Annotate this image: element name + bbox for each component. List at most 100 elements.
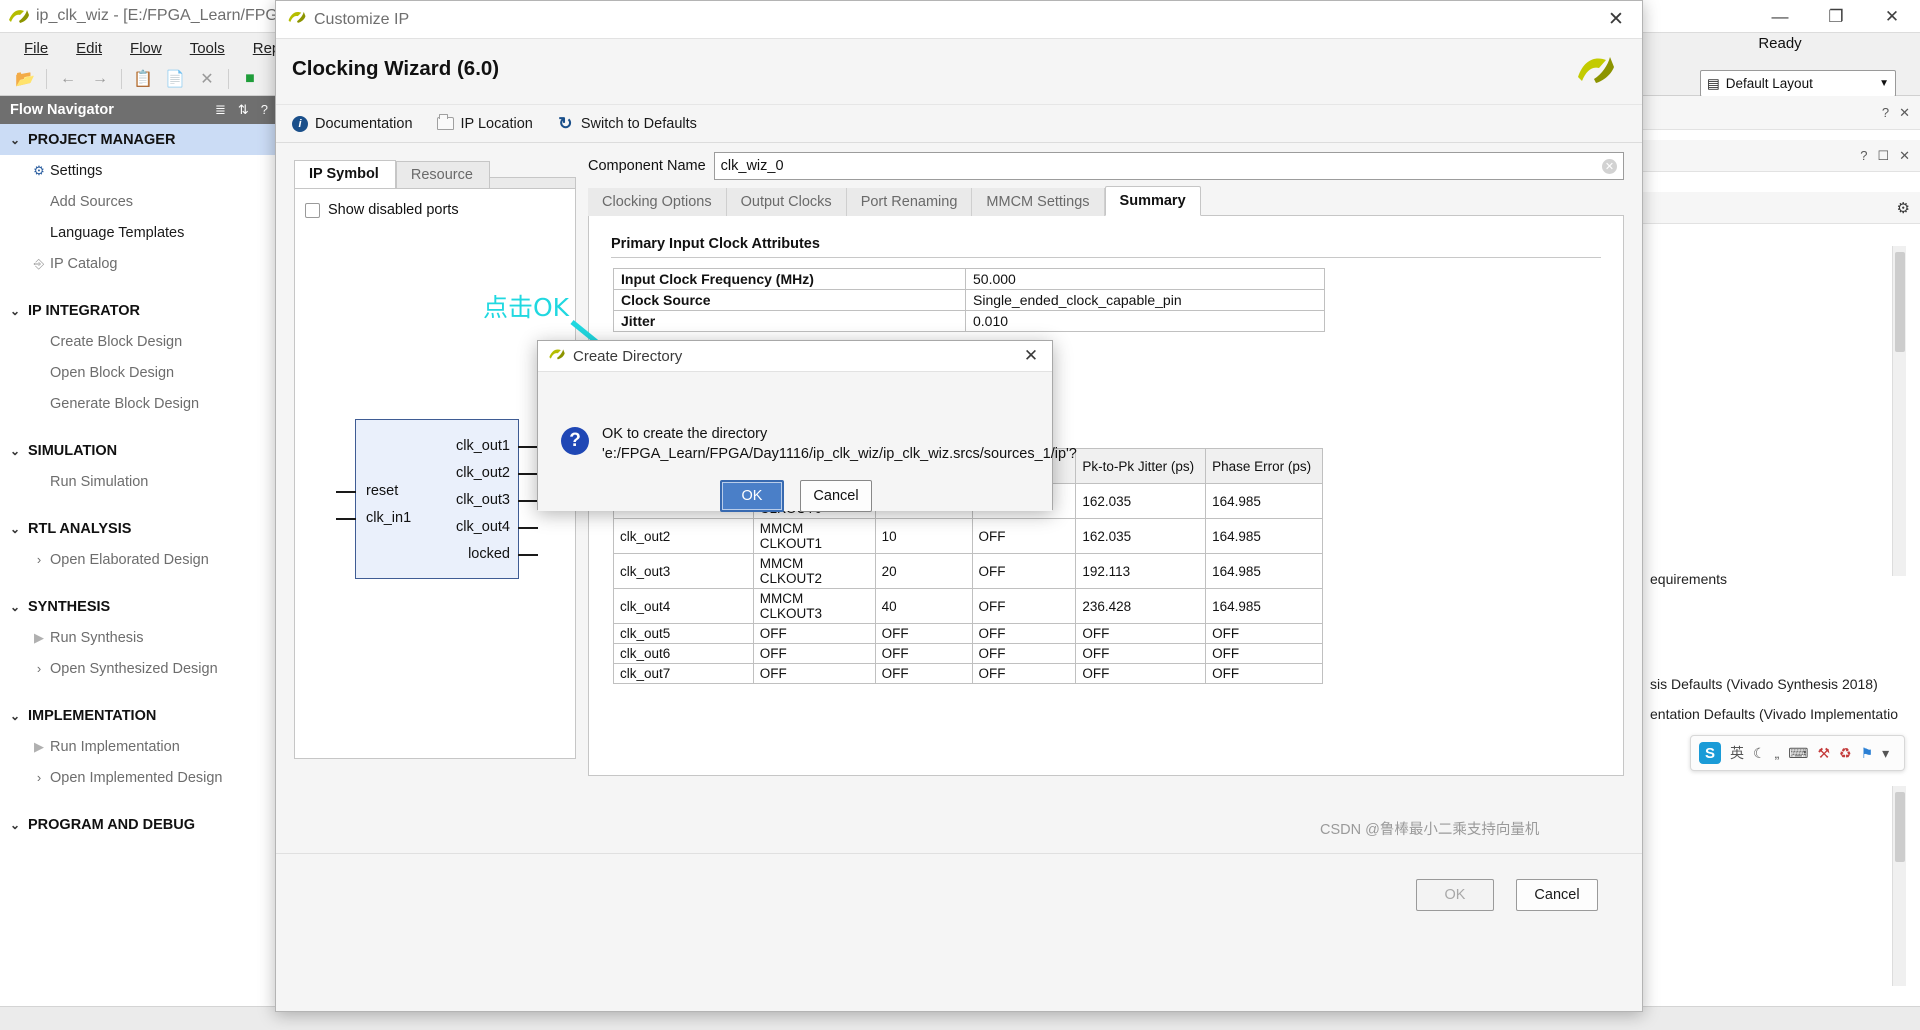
sidebar-item-settings[interactable]: ⚙ Settings [0, 155, 275, 186]
sidebar-item-run-synthesis[interactable]: ▶ Run Synthesis [0, 622, 275, 653]
create-directory-title-text: Create Directory [573, 347, 683, 365]
ime-language-label[interactable]: 英 [1730, 743, 1744, 763]
pin-in-1 [336, 491, 356, 493]
section-label: SIMULATION [28, 442, 118, 459]
sidebar-item-generate-block-design[interactable]: Generate Block Design [0, 388, 275, 419]
layout-select[interactable]: ▤ Default Layout ▼ [1700, 70, 1896, 97]
tab-mmcm-settings[interactable]: MMCM Settings [972, 188, 1105, 216]
run-icon[interactable]: ■ [235, 66, 265, 92]
pin-icon[interactable]: ⚑ [1861, 745, 1874, 762]
collapse-icon[interactable]: ≣ [215, 102, 226, 118]
dock-scrollbar-2[interactable] [1892, 786, 1906, 986]
chevron-down-icon: ▼ [1879, 78, 1889, 89]
close-icon[interactable]: ✕ [1899, 105, 1910, 121]
gear-icon[interactable]: ⚙ [1897, 199, 1910, 217]
scroll-thumb[interactable] [1895, 792, 1905, 862]
status-ready-label: Ready [1758, 34, 1802, 52]
menu-tools[interactable]: Tools [176, 37, 239, 60]
sidebar-item-open-implemented-design[interactable]: › Open Implemented Design [0, 762, 275, 793]
ip-location-link[interactable]: IP Location [436, 114, 533, 132]
cell-freq: 40 [874, 588, 973, 624]
chevron-right-icon: › [36, 661, 42, 676]
scroll-thumb[interactable] [1895, 252, 1905, 352]
moon-icon[interactable]: ☾ [1753, 745, 1766, 762]
component-name-input[interactable]: clk_wiz_0 ✕ [713, 152, 1624, 180]
sidebar-item-open-synthesized-design[interactable]: › Open Synthesized Design [0, 653, 275, 684]
copy-icon[interactable]: 📋 [128, 66, 158, 92]
xilinx-brand-logo-icon [1574, 51, 1616, 87]
primary-input-clock-attributes-title: Primary Input Clock Attributes [611, 236, 820, 252]
restore-icon[interactable]: ☐ [1877, 148, 1889, 164]
help-icon[interactable]: ? [1860, 148, 1867, 163]
more-icon[interactable]: ▾ [1882, 745, 1889, 762]
create-directory-ok-button[interactable]: OK [720, 480, 784, 512]
cancel-button[interactable]: Cancel [1516, 879, 1598, 911]
show-disabled-ports-row[interactable]: Show disabled ports [305, 202, 459, 218]
sidebar-item-run-simulation[interactable]: Run Simulation [0, 466, 275, 497]
ok-button[interactable]: OK [1416, 879, 1494, 911]
menu-file[interactable]: File [10, 37, 62, 60]
help-icon[interactable]: ? [1882, 105, 1889, 120]
table-row: Clock Source Single_ended_clock_capable_… [613, 289, 1325, 311]
tab-port-renaming[interactable]: Port Renaming [846, 188, 973, 216]
undo-icon[interactable]: ← [53, 66, 83, 92]
sidebar-item-add-sources[interactable]: Add Sources [0, 186, 275, 217]
close-icon[interactable]: ✕ [1010, 341, 1052, 371]
tab-output-clocks[interactable]: Output Clocks [726, 188, 847, 216]
sidebar-section-ip-integrator[interactable]: ⌄ IP INTEGRATOR [0, 295, 275, 326]
item-label: Open Implemented Design [50, 769, 223, 786]
chevron-down-icon: ⌄ [10, 303, 21, 318]
paste-icon[interactable]: 📄 [160, 66, 190, 92]
info-icon: i [292, 115, 308, 132]
redo-icon[interactable]: → [85, 66, 115, 92]
col-pk-to-pk-jitter: Pk-to-Pk Jitter (ps) [1075, 448, 1207, 484]
dock-row-2: ? ☐ ✕ [1640, 140, 1920, 172]
help-icon[interactable]: ? [261, 102, 268, 118]
close-icon[interactable]: ✕ [1590, 1, 1642, 38]
table-row: clk_out7 OFF OFF OFF OFF OFF [613, 663, 1323, 684]
sidebar-section-rtl-analysis[interactable]: ⌄ RTL ANALYSIS [0, 513, 275, 544]
toolbar-divider [228, 69, 229, 89]
open-project-icon[interactable]: 📂 [10, 66, 40, 92]
cell-mapping: MMCM CLKOUT3 [752, 588, 876, 624]
tab-resource[interactable]: Resource [395, 161, 490, 189]
trash-icon[interactable]: ♻ [1839, 745, 1852, 762]
close-icon[interactable]: ✕ [1899, 148, 1910, 164]
sidebar-item-open-block-design[interactable]: Open Block Design [0, 357, 275, 388]
sidebar-section-simulation[interactable]: ⌄ SIMULATION [0, 435, 275, 466]
sidebar-section-implementation[interactable]: ⌄ IMPLEMENTATION [0, 700, 275, 731]
sidebar-item-create-block-design[interactable]: Create Block Design [0, 326, 275, 357]
tab-summary[interactable]: Summary [1104, 186, 1201, 216]
tab-clocking-options[interactable]: Clocking Options [588, 188, 727, 216]
sidebar-item-open-elaborated-design[interactable]: › Open Elaborated Design [0, 544, 275, 575]
sidebar-item-ip-catalog[interactable]: ⎆ IP Catalog [0, 248, 275, 279]
switch-to-defaults-link[interactable]: ↻ Switch to Defaults [557, 115, 697, 132]
sidebar-item-run-implementation[interactable]: ▶ Run Implementation [0, 731, 275, 762]
expand-icon[interactable]: ⇅ [238, 102, 249, 118]
tab-ip-symbol[interactable]: IP Symbol [294, 160, 396, 189]
create-directory-cancel-button[interactable]: Cancel [800, 480, 872, 512]
flow-navigator-panel: ⌄ PROJECT MANAGER ⚙ Settings Add Sources… [0, 124, 276, 1006]
sidebar-section-synthesis[interactable]: ⌄ SYNTHESIS [0, 591, 275, 622]
toolbox-icon[interactable]: ⚒ [1817, 745, 1830, 762]
menu-flow[interactable]: Flow [116, 37, 176, 60]
item-label: IP Catalog [50, 255, 118, 272]
sogou-icon[interactable]: S [1699, 742, 1721, 764]
sidebar-item-language-templates[interactable]: Language Templates [0, 217, 275, 248]
pin-in-2 [336, 518, 356, 520]
col-phase-error: Phase Error (ps) [1205, 448, 1323, 484]
menu-edit[interactable]: Edit [62, 37, 116, 60]
show-disabled-ports-checkbox[interactable] [305, 202, 320, 218]
comma-icon[interactable]: „ [1775, 745, 1780, 761]
clear-icon[interactable]: ✕ [1602, 158, 1617, 174]
delete-icon[interactable]: ✕ [192, 66, 222, 92]
keyboard-icon[interactable]: ⌨ [1788, 745, 1808, 762]
sidebar-section-program-and-debug[interactable]: ⌄ PROGRAM AND DEBUG [0, 809, 275, 840]
documentation-link[interactable]: i Documentation [292, 115, 413, 132]
ip-symbol-block: clk_out1 clk_out2 clk_out3 clk_out4 lock… [336, 419, 538, 579]
cell-mapping: OFF [752, 623, 876, 644]
dock-scrollbar[interactable] [1892, 246, 1906, 576]
sidebar-section-project-manager[interactable]: ⌄ PROJECT MANAGER [0, 124, 275, 155]
